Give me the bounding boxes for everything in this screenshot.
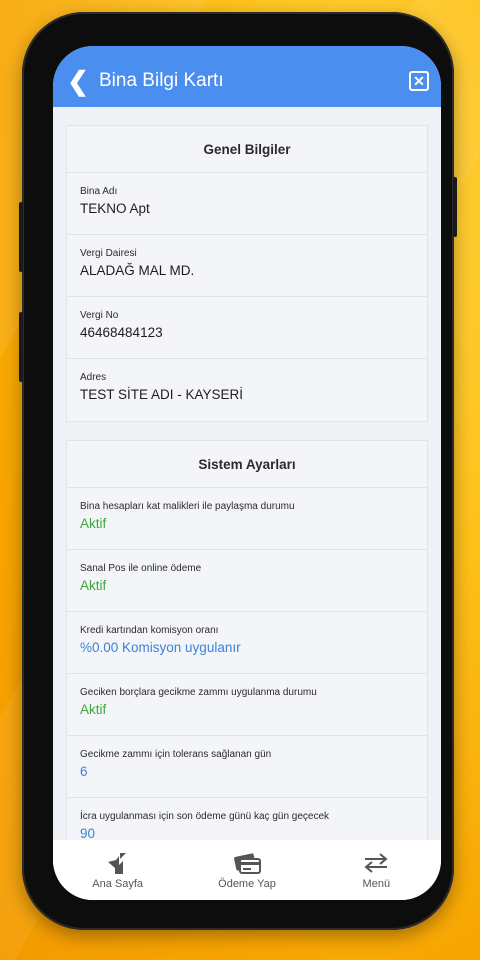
setting-row-commission-rate: Kredi kartından komisyon oranı %0.00 Kom… (67, 612, 427, 674)
home-icon (105, 850, 131, 876)
app-screen: ❮ Bina Bilgi Kartı ✕ Genel Bilgiler Bina… (53, 46, 441, 900)
row-value: 46468484123 (80, 325, 163, 340)
app-header: ❮ Bina Bilgi Kartı ✕ (53, 46, 441, 107)
tab-label: Menü (362, 878, 391, 890)
row-label: İcra uygulanması için son ödeme günü kaç… (80, 811, 330, 822)
info-row-address: Adres TEST SİTE ADI - KAYSERİ (67, 359, 427, 421)
general-info-title: Genel Bilgiler (67, 126, 427, 173)
setting-row-virtual-pos: Sanal Pos ile online ödeme Aktif (67, 550, 427, 612)
setting-row-late-fee: Geciken borçlara gecikme zammı uygulanma… (67, 674, 427, 736)
general-info-card: Genel Bilgiler Bina Adı TEKNO Apt Vergi … (66, 125, 428, 422)
row-label: Gecikme zammı için tolerans sağlanan gün (80, 749, 272, 760)
row-value: TEKNO Apt (80, 201, 150, 216)
tab-payment[interactable]: Ödeme Yap (187, 850, 307, 890)
row-value: TEST SİTE ADI - KAYSERİ (80, 387, 244, 402)
status-value: Aktif (80, 702, 107, 717)
tab-label: Ödeme Yap (218, 878, 276, 890)
page-title: Bina Bilgi Kartı (99, 69, 224, 91)
tab-home[interactable]: Ana Sayfa (58, 850, 178, 890)
days-value: 6 (80, 764, 88, 779)
close-icon[interactable]: ✕ (409, 70, 429, 91)
row-label: Geciken borçlara gecikme zammı uygulanma… (80, 687, 317, 698)
row-label: Bina Adı (80, 186, 118, 197)
row-label: Bina hesapları kat malikleri ile paylaşm… (80, 501, 295, 512)
status-value: Aktif (80, 516, 107, 531)
payment-card-icon (232, 850, 262, 876)
days-value: 90 (80, 826, 96, 841)
row-label: Vergi No (80, 310, 119, 321)
info-row-tax-number: Vergi No 46468484123 (67, 297, 427, 359)
commission-value: %0.00 Komisyon uygulanır (80, 640, 241, 655)
row-label: Sanal Pos ile online ödeme (80, 563, 202, 574)
status-value: Aktif (80, 578, 107, 593)
scroll-content[interactable]: Genel Bilgiler Bina Adı TEKNO Apt Vergi … (53, 107, 441, 842)
row-label: Vergi Dairesi (80, 248, 137, 259)
tab-label: Ana Sayfa (92, 878, 144, 890)
setting-row-share-accounts: Bina hesapları kat malikleri ile paylaşm… (67, 488, 427, 550)
setting-row-enforcement-days: İcra uygulanması için son ödeme günü kaç… (67, 798, 427, 842)
row-label: Adres (80, 372, 107, 383)
bottom-tab-bar: Ana Sayfa Ödeme Yap Menü (53, 840, 441, 900)
system-settings-card: Sistem Ayarları Bina hesapları kat malik… (66, 440, 428, 842)
info-row-building-name: Bina Adı TEKNO Apt (67, 173, 427, 235)
row-value: ALADAĞ MAL MD. (80, 263, 195, 278)
system-settings-title: Sistem Ayarları (67, 441, 427, 488)
tab-menu[interactable]: Menü (316, 850, 436, 890)
row-label: Kredi kartından komisyon oranı (80, 625, 219, 636)
chevron-left-icon[interactable]: ❮ (61, 61, 95, 101)
swap-arrows-icon (361, 850, 391, 876)
info-row-tax-office: Vergi Dairesi ALADAĞ MAL MD. (67, 235, 427, 297)
setting-row-tolerance-days: Gecikme zammı için tolerans sağlanan gün… (67, 736, 427, 798)
